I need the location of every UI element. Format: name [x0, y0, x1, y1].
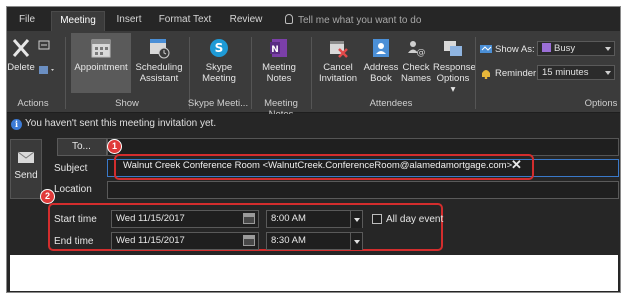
info-bar: i You haven't sent this meeting invitatio… [7, 114, 620, 134]
calendar-icon[interactable] [243, 235, 255, 246]
location-label: Location [54, 184, 92, 195]
all-day-checkbox[interactable] [372, 214, 382, 224]
busy-swatch [542, 43, 551, 52]
svg-text:S: S [215, 41, 224, 55]
reminder-dropdown[interactable]: 15 minutes [537, 65, 615, 80]
info-icon: i [11, 119, 22, 130]
notes-label-1: Meeting [262, 62, 296, 73]
more-actions-icon[interactable] [38, 63, 56, 77]
skype-meeting-button[interactable]: S Skype Meeting [195, 37, 243, 84]
start-time-label: Start time [54, 214, 97, 225]
tell-me-search[interactable]: Tell me what you want to do [285, 14, 421, 26]
info-message: You haven't sent this meeting invitation… [25, 118, 217, 129]
ribbon-tabs: File Meeting Insert Format Text Review T… [7, 7, 620, 31]
annotation-badge-2: 2 [40, 189, 55, 204]
response-label-2: Options [436, 73, 470, 84]
ribbon-divider [311, 37, 312, 109]
subject-label: Subject [54, 163, 88, 174]
check-names-icon: @ [405, 37, 427, 59]
end-time-field[interactable]: 8:30 AM [266, 232, 363, 250]
group-label-actions: Actions [17, 98, 49, 109]
ignore-icon[interactable] [38, 39, 52, 53]
svg-text:N: N [271, 45, 279, 55]
show-as-dropdown[interactable]: Busy [537, 41, 615, 56]
tell-me-text: Tell me what you want to do [298, 15, 422, 26]
tab-insert[interactable]: Insert [111, 11, 147, 31]
ribbon-divider [65, 37, 66, 109]
send-label: Send [14, 170, 38, 181]
appointment-label: Appointment [74, 62, 128, 73]
delete-label: Delete [7, 62, 35, 73]
tab-file[interactable]: File [13, 11, 41, 31]
group-label-options: Options [584, 98, 618, 109]
onenote-icon: N [268, 37, 290, 59]
response-label-1: Response [433, 62, 476, 73]
all-day-label: All day event [386, 214, 444, 225]
group-label-attendees: Attendees [369, 98, 413, 109]
address-label-2: Book [370, 73, 392, 84]
location-field[interactable] [107, 181, 619, 199]
to-button[interactable]: To... [57, 138, 107, 156]
show-as-icon [479, 44, 493, 54]
check-label-1: Check [402, 62, 430, 73]
chevron-down-icon[interactable] [350, 211, 362, 228]
meeting-notes-button[interactable]: N Meeting Notes [257, 37, 301, 84]
cancel-invitation-button[interactable]: Cancel Invitation [315, 37, 361, 84]
tab-meeting[interactable]: Meeting [51, 11, 105, 31]
end-time-label: End time [54, 236, 94, 247]
notes-label-2: Notes [266, 73, 292, 84]
chevron-down-icon: ▾ [450, 84, 456, 95]
check-names-button[interactable]: @ Check Names [399, 37, 433, 84]
delete-x-icon [11, 37, 31, 59]
send-envelope-icon [17, 150, 35, 164]
chevron-down-icon [605, 71, 611, 75]
chevron-down-icon[interactable] [350, 233, 362, 250]
scheduling-label-1: Scheduling [135, 62, 183, 73]
annotation-badge-1: 1 [107, 139, 122, 154]
start-date-field[interactable]: Wed 11/15/2017 [111, 210, 259, 228]
scheduling-icon [148, 37, 170, 59]
skype-icon: S [208, 37, 230, 59]
tab-format-text[interactable]: Format Text [153, 11, 217, 31]
scheduling-label-2: Assistant [139, 73, 179, 84]
send-button[interactable]: Send [10, 139, 42, 199]
address-label-1: Address [363, 62, 399, 73]
skype-label-2: Meeting [202, 73, 236, 84]
appointment-calendar-icon [90, 37, 112, 59]
tab-review[interactable]: Review [225, 11, 267, 31]
message-body[interactable] [10, 255, 618, 291]
group-label-skype: Skype Meeti... [187, 98, 249, 109]
lightbulb-icon [285, 14, 293, 24]
close-icon[interactable]: ✕ [511, 157, 522, 173]
end-date-field[interactable]: Wed 11/15/2017 [111, 232, 259, 250]
svg-text:@: @ [417, 48, 426, 58]
response-options-icon [442, 37, 464, 59]
calendar-icon[interactable] [243, 213, 255, 224]
appointment-button[interactable]: Appointment [71, 33, 131, 93]
skype-label-1: Skype [205, 62, 233, 73]
ribbon: Delete Actions Appointment Scheduling As… [7, 31, 620, 120]
bell-icon [479, 67, 493, 80]
ribbon-divider [475, 37, 476, 109]
delete-button[interactable]: Delete [7, 37, 35, 73]
chevron-down-icon [605, 47, 611, 51]
response-options-button[interactable]: Response Options ▾ [433, 37, 476, 95]
group-label-show: Show [115, 98, 139, 109]
address-book-icon [370, 37, 392, 59]
cancel-label-1: Cancel [323, 62, 353, 73]
address-book-button[interactable]: Address Book [363, 37, 399, 84]
show-as-value: Busy [554, 43, 576, 54]
cancel-invitation-icon [327, 37, 349, 59]
cancel-label-2: Invitation [318, 73, 358, 84]
reminder-value: 15 minutes [542, 67, 589, 78]
show-as-label: Show As: [495, 44, 535, 55]
start-time-field[interactable]: 8:00 AM [266, 210, 363, 228]
scheduling-assistant-button[interactable]: Scheduling Assistant [133, 37, 185, 84]
room-recipient[interactable]: Walnut Creek Conference Room <WalnutCree… [123, 160, 512, 171]
outlook-meeting-window: File Meeting Insert Format Text Review T… [6, 6, 621, 293]
check-label-2: Names [400, 73, 432, 84]
reminder-label: Reminder: [495, 68, 539, 79]
